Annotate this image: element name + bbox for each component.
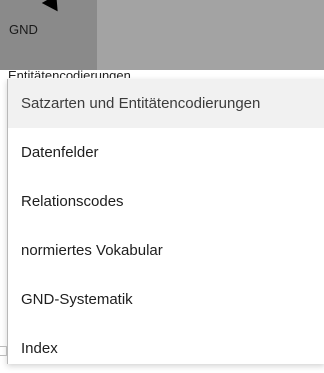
partial-widget-edge	[0, 346, 7, 356]
menu-item-label: Index	[21, 340, 58, 357]
menu-item-normiertes-vokabular[interactable]: normiertes Vokabular	[8, 226, 324, 275]
menu-item-label: normiertes Vokabular	[21, 242, 163, 259]
gnd-tab-label: GND	[9, 22, 38, 37]
menu-item-label: GND-Systematik	[21, 291, 133, 308]
top-bar: GND	[0, 0, 324, 70]
menu-item-label: Datenfelder	[21, 144, 99, 161]
menu-item-satzarten[interactable]: Satzarten und Entitätencodierungen	[8, 79, 324, 128]
gnd-tab[interactable]: GND	[0, 0, 97, 70]
menu-item-gnd-systematik[interactable]: GND-Systematik	[8, 275, 324, 324]
menu-item-datenfelder[interactable]: Datenfelder	[8, 128, 324, 177]
menu-item-index[interactable]: Index	[8, 324, 324, 373]
dropdown-menu: Satzarten und Entitätencodierungen Daten…	[7, 79, 324, 364]
menu-item-relationscodes[interactable]: Relationscodes	[8, 177, 324, 226]
menu-item-label: Relationscodes	[21, 193, 124, 210]
menu-item-label: Satzarten und Entitätencodierungen	[21, 95, 261, 112]
subtitle-text: Entitätencodierungen	[8, 68, 131, 78]
